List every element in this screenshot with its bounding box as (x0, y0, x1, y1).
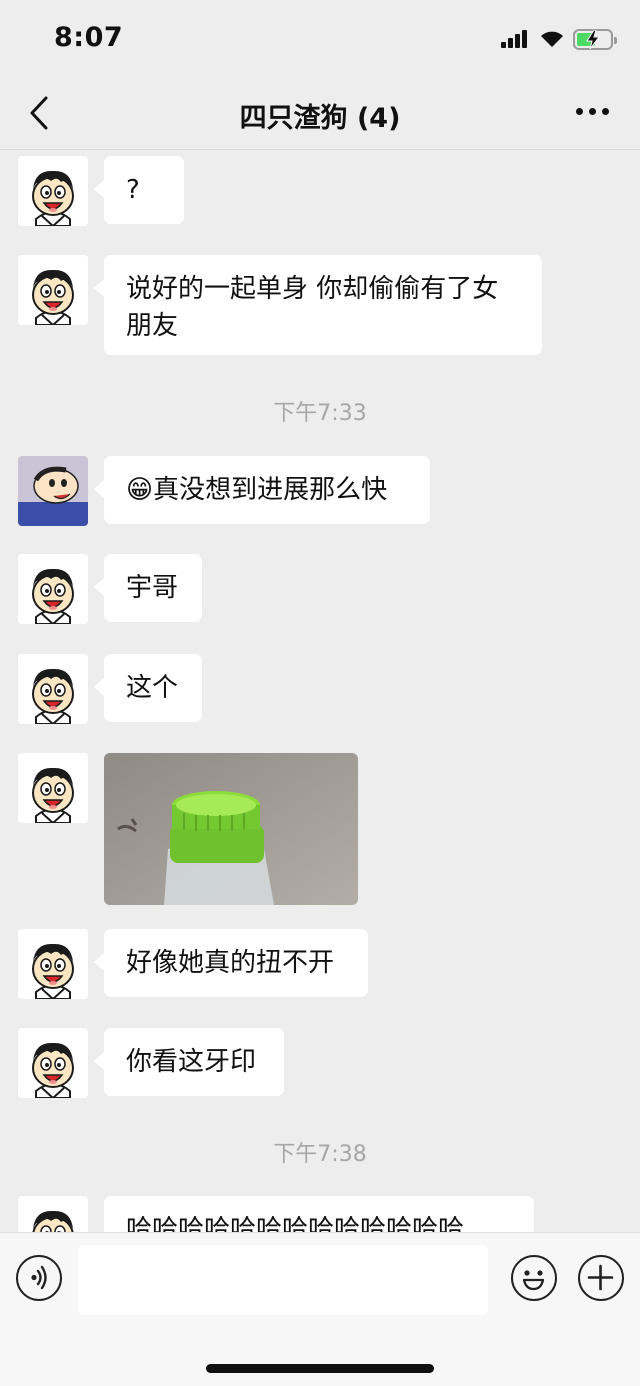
avatar[interactable] (18, 1196, 88, 1232)
input-bar (0, 1232, 640, 1386)
grinning-emoji-icon: 😁 (126, 475, 154, 505)
message-bubble[interactable]: ? (94, 156, 184, 224)
avatar[interactable] (18, 156, 88, 226)
chat-header: 四只渣狗 (4) (0, 80, 640, 150)
avatar[interactable] (18, 1028, 88, 1098)
avatar[interactable] (18, 255, 88, 325)
message-text: 真没想到进展那么快 (153, 475, 388, 505)
battery-icon (573, 29, 617, 50)
message-bubble[interactable]: 宇哥 (94, 554, 202, 622)
avatar[interactable] (18, 456, 88, 526)
message-bubble[interactable]: 你看这牙印 (94, 1028, 284, 1096)
avatar[interactable] (18, 554, 88, 624)
message-bubble[interactable]: 说好的一起单身 你却偷偷有了女朋友 (94, 255, 542, 355)
avatar[interactable] (18, 753, 88, 823)
message-input[interactable] (78, 1245, 488, 1315)
voice-icon[interactable] (16, 1255, 62, 1301)
emoji-icon[interactable] (511, 1255, 557, 1301)
plus-icon[interactable] (578, 1255, 624, 1301)
timestamp: 下午7:33 (273, 401, 367, 426)
chat-title: 四只渣狗 (4) (239, 103, 401, 134)
cellular-signal-icon (501, 30, 531, 48)
photo-message[interactable] (104, 753, 358, 905)
avatar[interactable] (18, 654, 88, 724)
message-bubble[interactable]: 这个 (94, 654, 202, 722)
timestamp: 下午7:38 (273, 1142, 367, 1167)
home-indicator[interactable] (206, 1364, 434, 1373)
message-bubble[interactable]: 好像她真的扭不开 (94, 929, 368, 997)
status-bar: 8:07 (0, 0, 640, 80)
wifi-icon (541, 31, 563, 47)
more-dots-icon[interactable] (574, 102, 614, 122)
message-bubble[interactable]: 😁真没想到进展那么快 (94, 456, 430, 524)
status-time: 8:07 (54, 22, 124, 53)
avatar[interactable] (18, 929, 88, 999)
chat-list[interactable]: ? 说好的一起单身 你却偷偷有了女朋友 下午7:33 😁真没想到进展那么快 宇哥… (0, 151, 640, 1232)
message-bubble[interactable]: 哈哈哈哈哈哈哈哈哈哈哈哈哈 (104, 1196, 534, 1232)
